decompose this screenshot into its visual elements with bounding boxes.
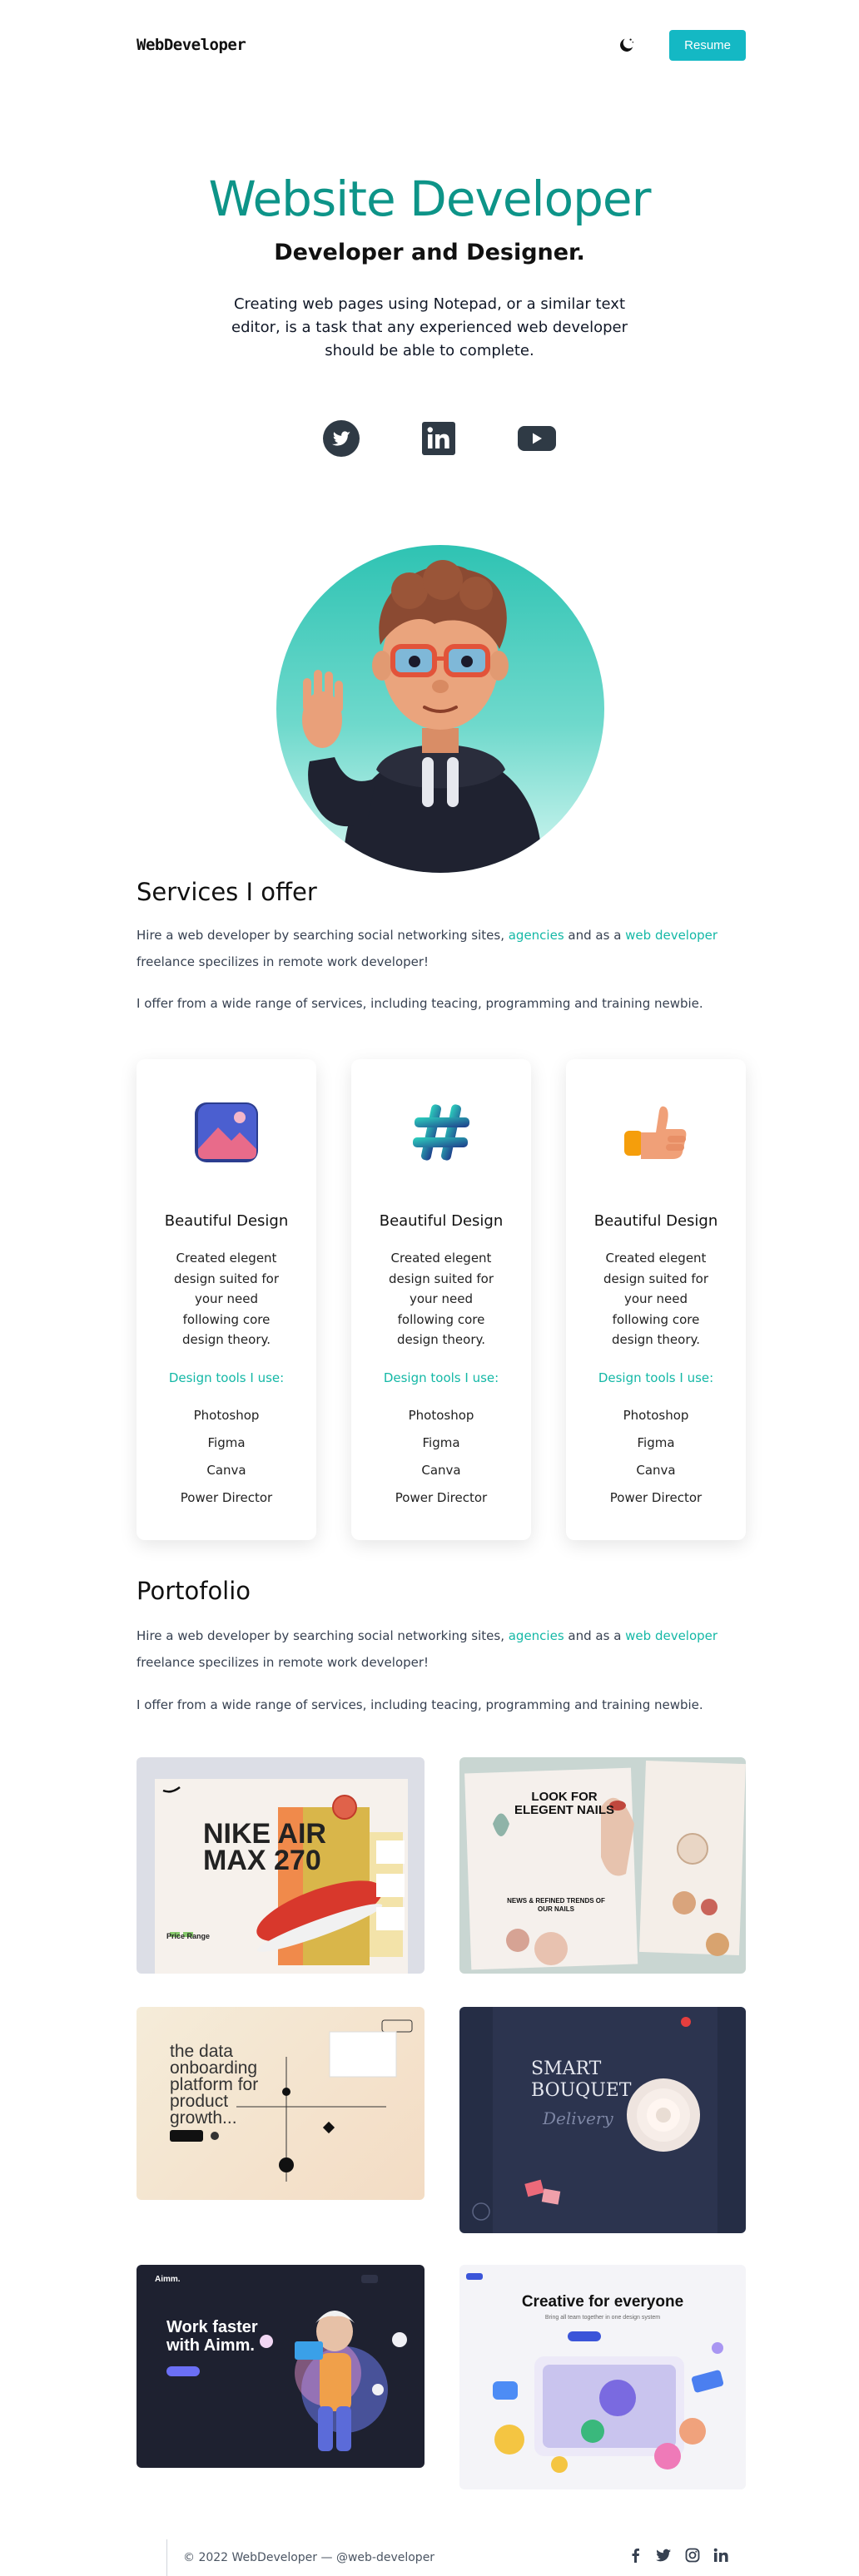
nav-actions: Resume: [618, 29, 746, 61]
card-tools-list: Photoshop Figma Canva Power Director: [351, 1402, 531, 1512]
portfolio-intro-text: Hire a web developer by searching social…: [137, 1628, 509, 1643]
footer-copyright: © 2022 WebDeveloper — @web-developer: [183, 2551, 435, 2564]
hero-title: Website Developer: [208, 171, 652, 227]
twitter-icon[interactable]: [655, 2548, 672, 2567]
portfolio-item-nike[interactable]: NIKE AIR MAX 270 Price Range: [137, 1757, 425, 1974]
social-links: [323, 420, 556, 461]
hero-subtitle: Developer and Designer.: [274, 240, 585, 265]
footer-social-links: [628, 2548, 728, 2567]
theme-toggle-moon-icon[interactable]: [618, 36, 636, 54]
card-tools-list: Photoshop Figma Canva Power Director: [566, 1402, 746, 1512]
tool-item: Figma: [637, 1434, 675, 1450]
portfolio-subtext: Bring all team together in one design sy…: [544, 2315, 661, 2321]
hero-avatar: [276, 545, 604, 873]
linkedin-icon[interactable]: [713, 2548, 728, 2567]
tool-item: Power Director: [609, 1489, 703, 1505]
tool-item: Figma: [422, 1434, 460, 1450]
services-intro-text: Hire a web developer by searching social…: [137, 928, 509, 943]
portfolio-subtext: NEWS & REFINED TRENDS OF OUR NAILS: [507, 1897, 605, 1913]
portfolio-item-onboarding[interactable]: the data onboarding platform for product…: [137, 2007, 425, 2200]
card-description: Created elegent design suited for your n…: [603, 1251, 709, 1347]
hero-description: Creating web pages using Notepad, or a s…: [231, 295, 628, 359]
portfolio-subtext: Delivery: [543, 2108, 613, 2128]
portfolio-item-nails[interactable]: LOOK FOR ELEGENT NAILS NEWS & REFINED TR…: [459, 1757, 746, 1974]
facebook-icon[interactable]: [628, 2548, 642, 2567]
portfolio-item-aimm[interactable]: Aimm. Work faster with Aimm.: [137, 2265, 425, 2468]
tool-item: Photoshop: [193, 1407, 260, 1423]
portfolio-intro-text: and as a: [564, 1628, 626, 1643]
tool-item: Photoshop: [408, 1407, 474, 1423]
services-intro-text: and as a: [564, 928, 626, 943]
portfolio-intro: Hire a web developer by searching social…: [137, 1622, 752, 1676]
web-developer-link[interactable]: web developer: [625, 928, 717, 943]
tool-item: Canva: [636, 1462, 676, 1478]
youtube-icon[interactable]: [518, 424, 556, 457]
portfolio-subtext: Price Range: [166, 1932, 211, 1940]
portfolio-headline: LOOK FOR ELEGENT NAILS: [514, 1790, 615, 1817]
portfolio-headline: Work faster with Aimm.: [166, 2318, 258, 2355]
services-intro-text: freelance specilizes in remote work deve…: [137, 954, 430, 969]
agencies-link[interactable]: agencies: [509, 928, 564, 943]
site-logo[interactable]: WebDeveloper: [137, 36, 246, 54]
footer-divider: [166, 2539, 167, 2576]
web-developer-link[interactable]: web developer: [625, 1628, 717, 1643]
agencies-link[interactable]: agencies: [509, 1628, 564, 1643]
services-description: I offer from a wide range of services, i…: [137, 996, 703, 1011]
service-card: Beautiful Design Created elegent design …: [351, 1059, 531, 1540]
card-title: Beautiful Design: [593, 1212, 718, 1230]
services-intro: Hire a web developer by searching social…: [137, 922, 752, 975]
instagram-icon[interactable]: [685, 2548, 700, 2567]
top-nav: WebDeveloper Resume: [137, 28, 746, 62]
linkedin-icon[interactable]: [422, 422, 455, 459]
resume-button[interactable]: Resume: [669, 29, 746, 61]
tool-item: Power Director: [395, 1489, 488, 1505]
tool-item: Canva: [421, 1462, 461, 1478]
image-icon: [188, 1094, 265, 1171]
portfolio-brand: Aimm.: [155, 2275, 181, 2284]
portfolio-headline: SMART BOUQUET: [531, 2058, 632, 2101]
tool-item: Figma: [207, 1434, 246, 1450]
portfolio-intro-text: freelance specilizes in remote work deve…: [137, 1655, 430, 1670]
card-description: Created elegent design suited for your n…: [388, 1251, 494, 1347]
portfolio-description: I offer from a wide range of services, i…: [137, 1697, 703, 1712]
card-tools-label: Design tools I use:: [598, 1370, 714, 1385]
portfolio-item-creative[interactable]: Creative for everyone Bring all team tog…: [459, 2265, 746, 2489]
portfolio-title: Portofolio: [137, 1577, 251, 1605]
card-description: Created elegent design suited for your n…: [173, 1251, 280, 1347]
services-title: Services I offer: [137, 878, 317, 906]
thumbs-up-icon: [618, 1094, 694, 1171]
service-card: Beautiful Design Created elegent design …: [137, 1059, 316, 1540]
card-tools-list: Photoshop Figma Canva Power Director: [137, 1402, 316, 1512]
portfolio-item-bouquet[interactable]: SMART BOUQUET Delivery: [459, 2007, 746, 2233]
service-card: Beautiful Design Created elegent design …: [566, 1059, 746, 1540]
card-tools-label: Design tools I use:: [383, 1370, 499, 1385]
twitter-icon[interactable]: [323, 420, 360, 461]
tool-item: Power Director: [180, 1489, 273, 1505]
tool-item: Canva: [206, 1462, 246, 1478]
portfolio-headline: the data onboarding platform for product…: [170, 2042, 259, 2128]
card-title: Beautiful Design: [379, 1212, 504, 1230]
portfolio-headline: NIKE AIR MAX 270: [203, 1818, 326, 1876]
tool-item: Photoshop: [623, 1407, 689, 1423]
portfolio-headline: Creative for everyone: [521, 2293, 684, 2311]
hashtag-icon: [403, 1094, 479, 1171]
card-tools-label: Design tools I use:: [168, 1370, 285, 1385]
card-title: Beautiful Design: [164, 1212, 289, 1230]
service-cards: Beautiful Design Created elegent design …: [137, 1059, 746, 1540]
